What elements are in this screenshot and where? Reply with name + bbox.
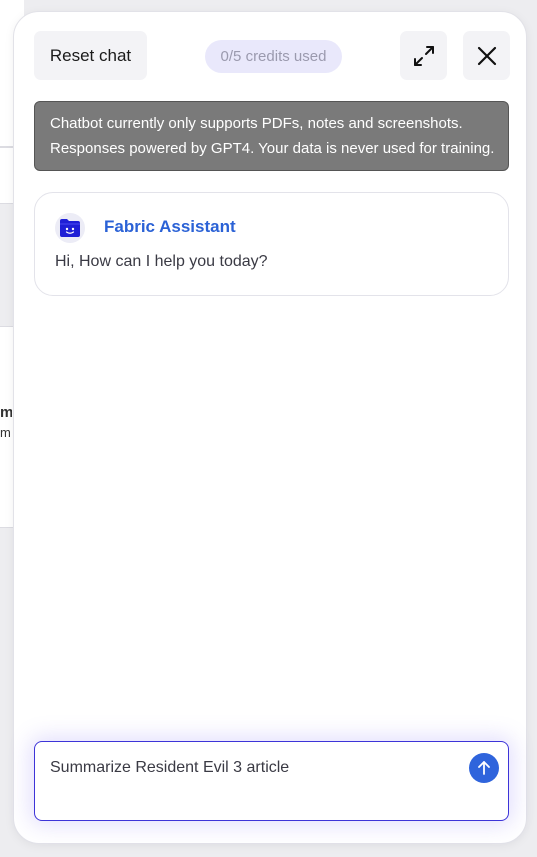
expand-arrows-icon — [413, 45, 434, 66]
notice-line: Chatbot currently only supports PDFs, no… — [50, 115, 463, 132]
chat-composer — [34, 741, 509, 821]
folder-face-icon — [60, 219, 80, 237]
info-notice: Chatbot currently only supports PDFs, no… — [34, 101, 509, 171]
reset-chat-button[interactable]: Reset chat — [34, 31, 147, 80]
assistant-name: Fabric Assistant — [104, 217, 236, 236]
credits-badge: 0/5 credits used — [205, 40, 342, 73]
close-x-icon — [477, 46, 496, 65]
background-text-fragment: m, — [0, 425, 12, 440]
background-text-fragment: m — [0, 404, 12, 421]
avatar — [55, 213, 85, 243]
close-button[interactable] — [463, 31, 510, 80]
message-text: Hi, How can I help you today? — [55, 253, 268, 270]
assistant-message: Fabric Assistant Hi, How can I help you … — [34, 192, 509, 296]
notice-line: Responses powered by GPT4. Your data is … — [50, 140, 495, 157]
chat-input[interactable] — [50, 759, 450, 777]
chat-panel: Reset chat 0/5 credits used Chatbot curr… — [13, 11, 527, 844]
arrow-up-icon — [478, 761, 490, 775]
expand-button[interactable] — [400, 31, 447, 80]
send-button[interactable] — [469, 753, 499, 783]
